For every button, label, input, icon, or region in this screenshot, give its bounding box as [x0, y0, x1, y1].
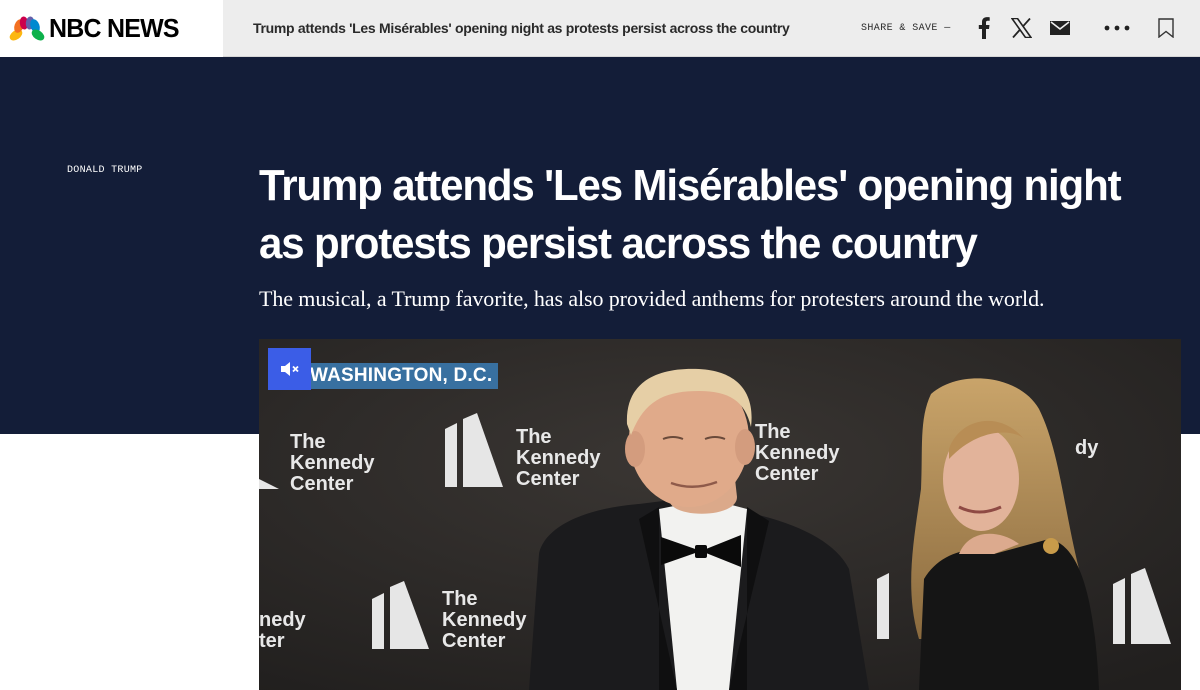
video-location-tag: WASHINGTON, D.C.: [306, 363, 499, 389]
email-icon: [1050, 21, 1070, 35]
svg-text:Kennedy: Kennedy: [755, 442, 840, 464]
svg-text:The: The: [290, 431, 326, 453]
save-bookmark-button[interactable]: [1153, 15, 1179, 41]
more-options-button[interactable]: [1104, 15, 1130, 41]
article-dek: The musical, a Trump favorite, has also …: [259, 286, 1045, 311]
facebook-icon: [978, 17, 990, 39]
bookmark-icon: [1158, 18, 1174, 38]
sticky-headline: Trump attends 'Les Misérables' opening n…: [253, 20, 790, 36]
share-save-label: SHARE & SAVE —: [861, 23, 951, 34]
svg-text:Kennedy: Kennedy: [290, 452, 375, 474]
article-headline: Trump attends 'Les Misérables' opening n…: [259, 161, 1122, 268]
svg-text:Center: Center: [516, 468, 580, 490]
logo-wordmark: NBC NEWS: [49, 13, 180, 43]
section-eyebrow-link[interactable]: DONALD TRUMP: [67, 165, 143, 176]
video-player[interactable]: The Kennedy Center The Kennedy Center Th…: [259, 339, 1181, 690]
svg-text:Kennedy: Kennedy: [516, 447, 601, 469]
svg-text:ter: ter: [259, 630, 285, 652]
video-frame: The Kennedy Center The Kennedy Center Th…: [259, 339, 1181, 690]
email-share-button[interactable]: [1047, 15, 1073, 41]
nbc-news-logo[interactable]: NBC NEWS: [0, 0, 223, 57]
svg-text:Center: Center: [290, 473, 354, 495]
muted-speaker-icon: [280, 362, 299, 376]
svg-text:dy: dy: [1075, 437, 1099, 459]
x-share-button[interactable]: [1008, 15, 1034, 41]
more-icon: [1104, 25, 1130, 31]
svg-text:The: The: [755, 421, 791, 443]
x-icon: [1010, 18, 1032, 38]
mute-toggle-button[interactable]: [268, 348, 311, 390]
svg-text:Center: Center: [755, 463, 819, 485]
top-navigation-bar: NBC NEWS Trump attends 'Les Misérables' …: [0, 0, 1200, 57]
svg-text:Center: Center: [442, 630, 506, 652]
svg-text:The: The: [516, 426, 552, 448]
facebook-share-button[interactable]: [971, 15, 997, 41]
svg-text:Kennedy: Kennedy: [442, 609, 527, 631]
peacock-icon: [9, 16, 45, 41]
svg-text:nedy: nedy: [259, 609, 307, 631]
svg-text:The: The: [442, 588, 478, 610]
